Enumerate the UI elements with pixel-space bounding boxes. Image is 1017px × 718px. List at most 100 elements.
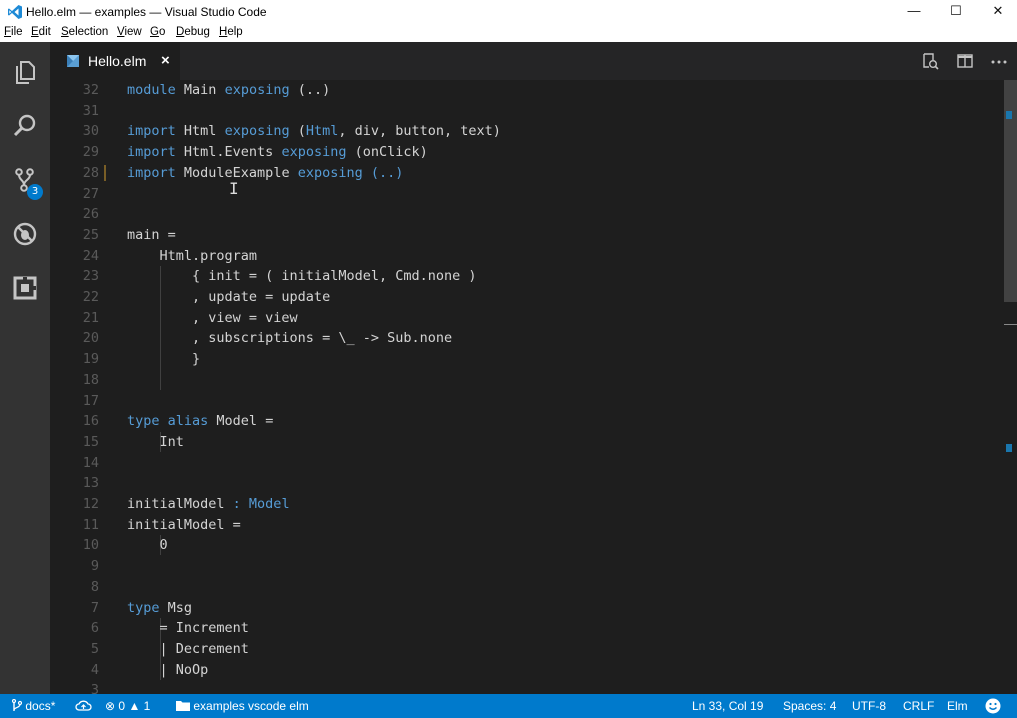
code-token: { init = ( initialModel, Cmd.none ) — [127, 268, 477, 285]
code-line[interactable]: 21 , view = view — [50, 308, 1000, 329]
code-line[interactable]: 31 — [50, 101, 1000, 122]
line-number: 21 — [82, 309, 99, 326]
code-text: , view = view — [127, 308, 298, 329]
problems-status[interactable]: ⊗ 0 ▲ 1 — [105, 699, 150, 713]
line-number: 3 — [90, 682, 99, 694]
debug-button[interactable] — [0, 208, 50, 258]
line-number: 14 — [82, 454, 99, 471]
menu-edit[interactable]: Edit — [31, 26, 51, 38]
code-text: , subscriptions = \_ -> Sub.none — [127, 328, 452, 349]
code-line[interactable]: 9 — [50, 556, 1000, 577]
code-line[interactable]: 24 Html.program — [50, 246, 1000, 267]
code-line[interactable]: 7 type Msg — [50, 598, 1000, 619]
code-line[interactable]: 17 — [50, 391, 1000, 412]
code-text: 0 — [127, 535, 168, 556]
menu-selection-mnemonic: S — [61, 26, 69, 38]
tab-close-icon[interactable]: × — [161, 52, 170, 69]
sync-cloud-icon[interactable] — [75, 699, 92, 713]
language-mode[interactable]: Elm — [947, 699, 968, 713]
code-token: Html.program — [127, 247, 258, 264]
code-line[interactable]: 12 initialModel : Model — [50, 494, 1000, 515]
tab-hello-elm[interactable]: Hello.elm × — [50, 42, 180, 80]
more-actions-icon[interactable] — [990, 52, 1008, 70]
git-branch-status[interactable]: docs* — [11, 698, 55, 713]
indentation-status[interactable]: Spaces: 4 — [783, 699, 836, 713]
menu-view[interactable]: View — [117, 26, 142, 38]
extensions-button[interactable] — [0, 262, 50, 312]
eol-status[interactable]: CRLF — [903, 699, 934, 713]
code-token: module — [127, 82, 176, 98]
cursor-position[interactable]: Ln 33, Col 19 — [692, 699, 763, 713]
feedback-smiley-icon[interactable] — [985, 698, 1001, 714]
minimize-button[interactable]: — — [891, 0, 937, 24]
line-number: 27 — [82, 185, 99, 202]
source-control-button[interactable] — [0, 154, 50, 204]
code-token: = Increment — [127, 620, 249, 637]
window-title: Hello.elm — examples — Visual Studio Cod… — [26, 5, 267, 19]
line-number: 19 — [82, 351, 99, 368]
maximize-button[interactable]: ☐ — [933, 0, 979, 24]
editor-scrollbar[interactable] — [1000, 80, 1017, 694]
code-line[interactable]: 4 | NoOp — [50, 660, 1000, 681]
code-line[interactable]: 32 module Main exposing (..) — [50, 80, 1000, 101]
error-icon: ⊗ — [105, 699, 116, 713]
code-token: | Decrement — [127, 640, 249, 657]
code-line[interactable]: 18 — [50, 370, 1000, 391]
code-line[interactable]: 6 = Increment — [50, 618, 1000, 639]
vscode-logo-icon — [8, 5, 22, 19]
split-editor-icon[interactable] — [956, 52, 974, 70]
code-line[interactable]: 27 — [50, 184, 1000, 205]
menu-debug[interactable]: Debug — [176, 26, 210, 38]
code-token: Msg — [159, 599, 193, 616]
code-line[interactable]: 8 — [50, 577, 1000, 598]
code-text: { init = ( initialModel, Cmd.none ) — [127, 266, 477, 287]
code-line[interactable]: 13 — [50, 473, 1000, 494]
menu-file[interactable]: File — [4, 26, 23, 38]
line-number: 6 — [90, 620, 99, 637]
code-editor[interactable]: I 32 module Main exposing (..) 31 30 import … — [50, 80, 1000, 694]
search-button[interactable] — [0, 100, 50, 150]
error-count: 0 — [118, 699, 126, 713]
code-line[interactable]: 5 | Decrement — [50, 639, 1000, 660]
code-text: import Html.Events exposing (onClick) — [127, 142, 428, 163]
encoding-status[interactable]: UTF-8 — [852, 699, 886, 713]
code-line[interactable]: 20 , subscriptions = \_ -> Sub.none — [50, 328, 1000, 349]
search-icon — [13, 114, 36, 137]
code-line[interactable]: 22 , update = update — [50, 287, 1000, 308]
code-line[interactable]: 30 import Html exposing (Html, div, butto… — [50, 121, 1000, 142]
code-line[interactable]: 10 0 — [50, 535, 1000, 556]
explorer-button[interactable] — [0, 46, 50, 96]
code-line[interactable]: 25 main = — [50, 225, 1000, 246]
code-line[interactable]: 19 } — [50, 349, 1000, 370]
code-line[interactable]: 26 — [50, 204, 1000, 225]
code-token: , update = update — [127, 289, 331, 305]
menu-help[interactable]: Help — [219, 26, 243, 38]
open-preview-icon[interactable] — [921, 52, 939, 70]
close-window-button[interactable]: ✕ — [975, 0, 1017, 24]
code-line[interactable]: 11 initialModel = — [50, 515, 1000, 536]
code-text: Int — [127, 432, 184, 453]
code-token: exposing — [297, 164, 363, 181]
code-token: import — [127, 164, 176, 181]
code-line[interactable]: 28 import ModuleExample exposing (..) — [50, 163, 1000, 184]
line-number: 29 — [82, 144, 99, 161]
code-line[interactable]: 29 import Html.Events exposing (onClick) — [50, 142, 1000, 163]
line-number: 16 — [82, 413, 99, 430]
code-line[interactable]: 3 — [50, 680, 1000, 694]
line-number: 7 — [90, 599, 99, 616]
code-line[interactable]: 23 { init = ( initialModel, Cmd.none ) — [50, 266, 1000, 287]
code-line[interactable]: 16 type alias Model = — [50, 411, 1000, 432]
folder-status[interactable]: examples vscode elm — [176, 699, 309, 713]
code-token: Html — [305, 123, 339, 140]
code-line[interactable]: 15 Int — [50, 432, 1000, 453]
code-token: 0 — [127, 537, 168, 554]
code-line[interactable]: 14 — [50, 453, 1000, 474]
code-token: (onClick) — [346, 144, 428, 161]
activity-bar: 3 — [0, 42, 50, 694]
line-number: 32 — [82, 82, 99, 98]
menu-selection[interactable]: Selection — [61, 26, 108, 38]
code-text: import ModuleExample exposing (..) — [127, 163, 403, 184]
line-number: 20 — [82, 330, 99, 347]
menu-go[interactable]: Go — [150, 26, 165, 38]
